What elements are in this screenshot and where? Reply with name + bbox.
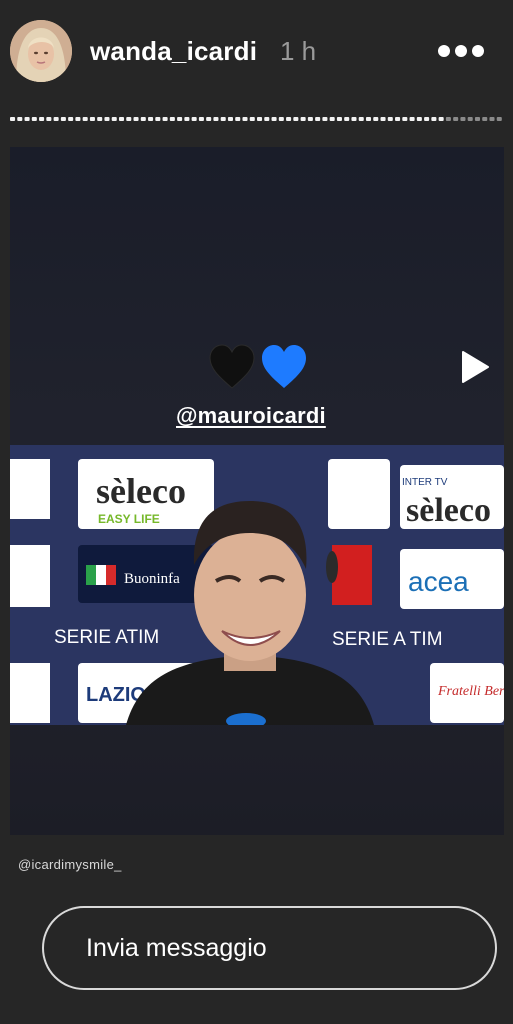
progress-segment (118, 117, 125, 121)
progress-segment (169, 117, 175, 121)
progress-segment (300, 117, 306, 121)
progress-segment (89, 117, 95, 121)
play-icon[interactable] (460, 350, 490, 384)
progress-segment (53, 117, 59, 121)
progress-segment (104, 117, 110, 121)
progress-segment (264, 117, 270, 121)
hearts-sticker (209, 344, 306, 389)
progress-segment (162, 117, 168, 121)
story-media[interactable]: @mauroicardi sèleco EASY LIFE Buoninfa S… (10, 147, 504, 835)
progress-segment (489, 117, 495, 121)
story-progress-bar (10, 117, 504, 121)
progress-segment (380, 117, 386, 121)
progress-segment (206, 117, 212, 121)
progress-segment (191, 117, 197, 121)
progress-segment (257, 117, 263, 121)
progress-segment (198, 117, 204, 121)
progress-segment (373, 117, 379, 121)
board-serie-a-right: SERIE A TIM (332, 629, 443, 650)
progress-segment (329, 117, 335, 121)
progress-segment (431, 117, 437, 121)
story-viewer: wanda_icardi 1 h @mauroicardi sèleco EAS… (0, 0, 513, 1024)
more-horizontal-icon (472, 45, 484, 57)
progress-segment (227, 117, 233, 121)
progress-segment (271, 117, 277, 121)
blue-heart-icon (262, 345, 306, 388)
progress-segment (409, 117, 415, 121)
progress-segment (184, 117, 190, 121)
progress-segment (460, 117, 466, 121)
black-heart-icon (209, 344, 255, 389)
progress-segment (445, 117, 451, 121)
progress-segment (68, 117, 74, 121)
send-message-input[interactable] (42, 906, 497, 990)
board-buoninfante: Buoninfa (124, 571, 180, 587)
progress-segment (293, 117, 299, 121)
video-credit[interactable]: @icardimysmile_ (18, 857, 122, 872)
progress-segment (97, 117, 103, 121)
avatar-image (10, 20, 72, 82)
progress-segment (39, 117, 45, 121)
progress-segment (17, 117, 23, 121)
progress-segment (365, 117, 372, 121)
progress-segment (140, 117, 146, 121)
progress-segment (387, 117, 393, 121)
more-horizontal-icon (455, 45, 467, 57)
progress-segment (220, 117, 226, 121)
progress-segment (60, 117, 66, 121)
board-acea: acea (408, 566, 469, 597)
progress-segment (213, 117, 219, 121)
avatar[interactable] (10, 20, 72, 82)
progress-segment (177, 117, 183, 121)
more-options-button[interactable] (438, 40, 484, 62)
progress-segment (322, 117, 328, 121)
progress-segment (31, 117, 37, 121)
time-ago: 1 h (280, 36, 317, 66)
progress-segment (395, 117, 401, 121)
progress-segment (133, 117, 139, 121)
board-beretta: Fratelli Beretta (437, 684, 504, 699)
progress-segment (24, 117, 30, 121)
progress-segment (402, 117, 408, 121)
more-horizontal-icon (438, 45, 450, 57)
progress-segment (82, 117, 88, 121)
progress-segment (242, 117, 248, 121)
progress-segment (126, 117, 132, 121)
board-intertv: INTER TV (402, 477, 448, 488)
progress-segment (482, 117, 488, 121)
progress-segment (351, 117, 357, 121)
video-still: sèleco EASY LIFE Buoninfa SERIE ATIM LAZ… (10, 445, 504, 725)
progress-segment (235, 117, 241, 121)
progress-segment (75, 117, 81, 121)
progress-segment (438, 117, 444, 121)
progress-segment (467, 117, 473, 121)
progress-segment (315, 117, 321, 121)
video-frame: sèleco EASY LIFE Buoninfa SERIE ATIM LAZ… (10, 445, 504, 725)
board-easylife: EASY LIFE (98, 512, 160, 526)
progress-segment (474, 117, 480, 121)
progress-segment (10, 117, 16, 121)
progress-segment (46, 117, 52, 121)
progress-segment (453, 117, 459, 121)
progress-segment (111, 117, 117, 121)
progress-segment (496, 117, 502, 121)
progress-segment (155, 117, 161, 121)
svg-text:sèleco: sèleco (406, 492, 491, 529)
story-header: wanda_icardi 1 h (0, 0, 513, 110)
progress-segment (278, 117, 284, 121)
board-seleco: sèleco (96, 471, 186, 511)
progress-segment (358, 117, 364, 121)
progress-segment (424, 117, 430, 121)
progress-segment (249, 117, 255, 121)
progress-segment (416, 117, 422, 121)
mention-sticker[interactable]: @mauroicardi (176, 403, 326, 429)
progress-segment (307, 117, 313, 121)
username[interactable]: wanda_icardi (90, 36, 257, 67)
progress-segment (344, 117, 350, 121)
progress-segment (148, 117, 154, 121)
board-serie-a-left: SERIE ATIM (54, 627, 159, 648)
progress-segment (286, 117, 292, 121)
progress-segment (336, 117, 342, 121)
